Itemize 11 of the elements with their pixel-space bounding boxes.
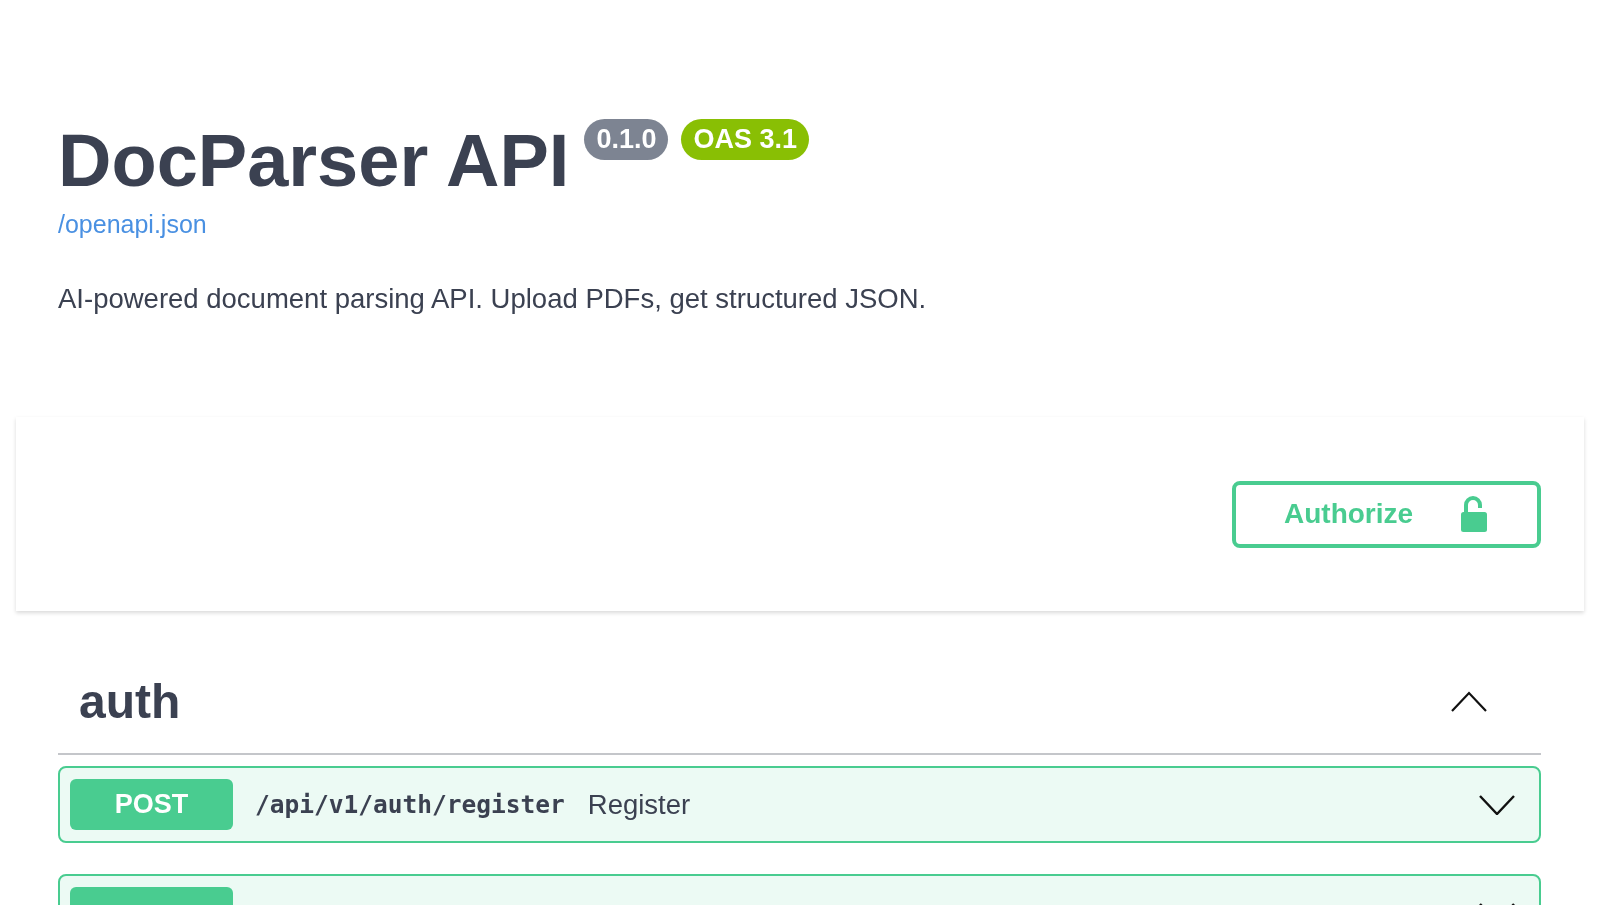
oas-badge: OAS 3.1 — [681, 119, 809, 160]
chevron-down-icon[interactable] — [1479, 794, 1515, 815]
method-badge: POST — [70, 779, 233, 830]
operation-row[interactable]: POST /api/v1/auth/register Register — [58, 766, 1541, 843]
operation-summary: Register — [587, 788, 691, 821]
chevron-up-icon[interactable] — [1451, 690, 1487, 712]
api-title: DocParser API — [58, 124, 570, 198]
endpoint-path: /api/v1/auth/register — [255, 790, 565, 819]
version-badge: 0.1.0 — [584, 119, 669, 160]
api-description: AI-powered document parsing API. Upload PDFs, get structured JSON. — [58, 282, 928, 316]
tag-section-header[interactable]: auth — [58, 649, 1541, 755]
